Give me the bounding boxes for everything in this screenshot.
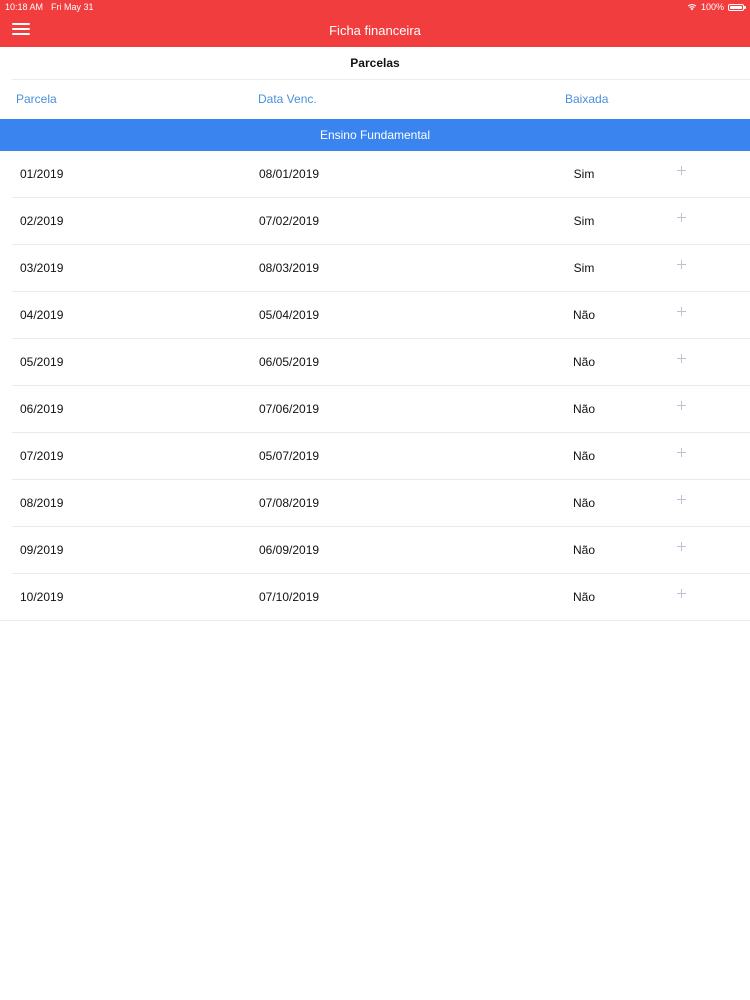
cell-data-venc: 07/06/2019 xyxy=(259,402,320,416)
table-row[interactable]: 10/2019 07/10/2019 Não xyxy=(0,574,750,621)
cell-parcela: 04/2019 xyxy=(20,308,64,322)
cell-data-venc: 07/02/2019 xyxy=(259,214,320,228)
cell-data-venc: 05/04/2019 xyxy=(259,308,320,322)
expand-plus-icon[interactable] xyxy=(677,448,687,458)
battery-percentage: 100% xyxy=(700,2,724,12)
status-date: Fri May 31 xyxy=(51,2,94,12)
cell-parcela: 01/2019 xyxy=(20,167,64,181)
cell-baixada-value: Não xyxy=(572,402,596,416)
table-row[interactable]: 05/2019 06/05/2019 Não xyxy=(0,339,750,386)
status-right: 100% xyxy=(687,0,746,14)
cell-data-venc: 08/01/2019 xyxy=(259,167,320,181)
cell-data-venc: 07/10/2019 xyxy=(259,590,320,604)
cell-baixada-value: Sim xyxy=(573,167,595,181)
group-header-ensino-fundamental: Ensino Fundamental xyxy=(0,119,750,151)
status-bar: 10:18 AM Fri May 31 100% xyxy=(0,0,750,14)
installments-list: 01/2019 08/01/2019 Sim 02/2019 07/02/201… xyxy=(0,151,750,621)
column-header-baixada[interactable]: Baixada xyxy=(565,92,608,106)
cell-data-venc: 08/03/2019 xyxy=(259,261,320,275)
column-header-data-venc[interactable]: Data Venc. xyxy=(258,92,317,106)
app-header: 10:18 AM Fri May 31 100% Ficha financeira xyxy=(0,0,750,47)
status-left: 10:18 AM Fri May 31 xyxy=(5,0,94,14)
cell-baixada-value: Não xyxy=(572,355,596,369)
cell-data-venc: 07/08/2019 xyxy=(259,496,320,510)
cell-parcela: 10/2019 xyxy=(20,590,64,604)
table-column-headers: Parcela Data Venc. Baixada xyxy=(0,80,750,118)
table-row[interactable]: 07/2019 05/07/2019 Não xyxy=(0,433,750,480)
cell-baixada-value: Sim xyxy=(573,214,595,228)
expand-plus-icon[interactable] xyxy=(677,166,687,176)
cell-baixada-value: Não xyxy=(572,308,596,322)
table-row[interactable]: 04/2019 05/04/2019 Não xyxy=(0,292,750,339)
status-time: 10:18 AM xyxy=(5,2,44,12)
cell-data-venc: 05/07/2019 xyxy=(259,449,320,463)
table-row[interactable]: 08/2019 07/08/2019 Não xyxy=(0,480,750,527)
cell-data-venc: 06/05/2019 xyxy=(259,355,320,369)
expand-plus-icon[interactable] xyxy=(677,542,687,552)
expand-plus-icon[interactable] xyxy=(677,213,687,223)
cell-data-venc: 06/09/2019 xyxy=(259,543,320,557)
table-row[interactable]: 03/2019 08/03/2019 Sim xyxy=(0,245,750,292)
cell-parcela: 08/2019 xyxy=(20,496,64,510)
cell-parcela: 07/2019 xyxy=(20,449,64,463)
cell-parcela: 05/2019 xyxy=(20,355,64,369)
expand-plus-icon[interactable] xyxy=(677,495,687,505)
expand-plus-icon[interactable] xyxy=(677,354,687,364)
cell-baixada-value: Não xyxy=(572,543,596,557)
table-row[interactable]: 06/2019 07/06/2019 Não xyxy=(0,386,750,433)
cell-parcela: 06/2019 xyxy=(20,402,64,416)
cell-baixada-value: Não xyxy=(572,496,596,510)
cell-parcela: 03/2019 xyxy=(20,261,64,275)
expand-plus-icon[interactable] xyxy=(677,307,687,317)
wifi-icon xyxy=(687,4,697,11)
table-row[interactable]: 02/2019 07/02/2019 Sim xyxy=(0,198,750,245)
column-header-parcela[interactable]: Parcela xyxy=(16,92,57,106)
section-title: Parcelas xyxy=(350,56,400,70)
cell-baixada-value: Não xyxy=(572,449,596,463)
page-title: Ficha financeira xyxy=(329,23,421,38)
table-row[interactable]: 09/2019 06/09/2019 Não xyxy=(0,527,750,574)
cell-parcela: 09/2019 xyxy=(20,543,64,557)
cell-baixada-value: Sim xyxy=(573,261,595,275)
expand-plus-icon[interactable] xyxy=(677,260,687,270)
cell-parcela: 02/2019 xyxy=(20,214,64,228)
battery-icon xyxy=(728,3,746,11)
cell-baixada-value: Não xyxy=(572,590,596,604)
expand-plus-icon[interactable] xyxy=(677,401,687,411)
table-row[interactable]: 01/2019 08/01/2019 Sim xyxy=(0,151,750,198)
expand-plus-icon[interactable] xyxy=(677,589,687,599)
